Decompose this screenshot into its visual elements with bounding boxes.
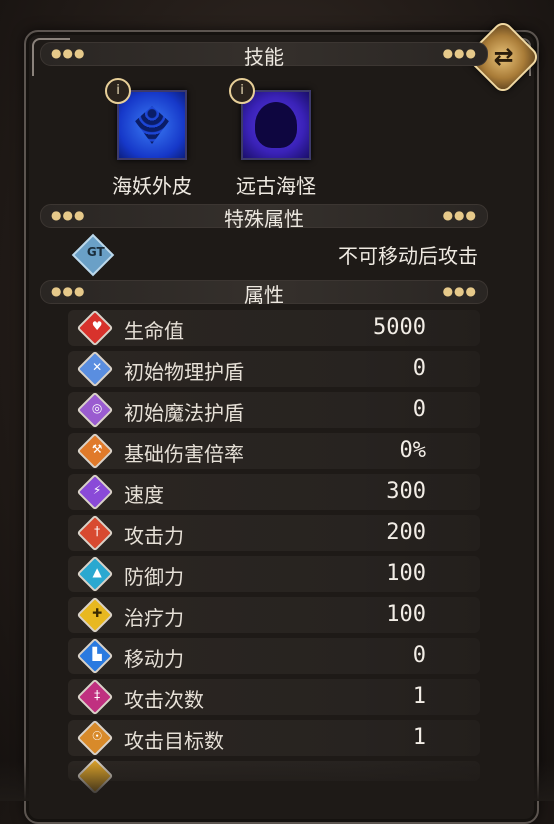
- boot-icon: ▙: [76, 637, 114, 675]
- attribute-value: 1: [412, 725, 426, 750]
- attribute-value: 5000: [373, 315, 426, 340]
- attribute-value: 0: [412, 643, 426, 668]
- attribute-row: ☉ 攻击目标数 1: [68, 719, 480, 757]
- attribute-value: 1: [412, 684, 426, 709]
- attribute-value: 0%: [399, 438, 427, 463]
- info-icon[interactable]: i: [229, 78, 255, 104]
- attribute-label: 移动力: [124, 647, 184, 671]
- attribute-label: 治疗力: [124, 606, 184, 630]
- attribute-row: ‡ 攻击次数 1: [68, 678, 480, 716]
- info-icon[interactable]: i: [105, 78, 131, 104]
- section-title: 属性: [244, 283, 284, 307]
- scale-armor-icon: i: [105, 78, 187, 160]
- special-attribute-row: GT 不可移动后攻击: [71, 233, 478, 277]
- attribute-row: ◎ 初始魔法护盾 0: [68, 391, 480, 429]
- attribute-row: ▙ 移动力 0: [68, 637, 480, 675]
- attribute-label: 速度: [124, 483, 164, 507]
- target-icon: ☉: [76, 719, 114, 757]
- sea-monster-icon: i: [229, 78, 311, 160]
- attribute-value: 300: [386, 479, 426, 504]
- heart-icon: ♥: [76, 309, 114, 347]
- cross-icon: ✚: [76, 596, 114, 634]
- section-header-special: ●●● ●●● 特殊属性: [40, 204, 488, 231]
- attribute-row: ⚡ 速度 300: [68, 473, 480, 511]
- attribute-row: ♥ 生命值 5000: [68, 309, 480, 347]
- attribute-label: 防御力: [124, 565, 184, 589]
- attribute-row: † 攻击力 200: [68, 514, 480, 552]
- attribute-value: 100: [386, 602, 426, 627]
- attribute-label: 初始魔法护盾: [124, 401, 244, 425]
- double-sword-icon: ‡: [76, 678, 114, 716]
- section-header-skills: ●●● ●●● 技能: [40, 42, 488, 69]
- attribute-list: ♥ 生命值 5000 ✕ 初始物理护盾 0 ◎ 初始魔法护盾 0 ⚒ 基础伤害倍…: [68, 309, 480, 795]
- attribute-value: 100: [386, 561, 426, 586]
- section-title: 特殊属性: [224, 207, 304, 231]
- magic-shield-icon: ◎: [76, 391, 114, 429]
- skill-name: 远古海怪: [236, 174, 316, 198]
- attribute-label: 攻击次数: [124, 688, 204, 712]
- attribute-row: ⚒ 基础伤害倍率 0%: [68, 432, 480, 470]
- sword-icon: †: [76, 514, 114, 552]
- attribute-label: 基础伤害倍率: [124, 442, 244, 466]
- lightning-icon: ⚡: [76, 473, 114, 511]
- attribute-row: ✕ 初始物理护盾 0: [68, 350, 480, 388]
- attribute-row: ✚ 治疗力 100: [68, 596, 480, 634]
- scroll-fade: [0, 761, 554, 801]
- attribute-row: ▲ 防御力 100: [68, 555, 480, 593]
- skill-name: 海妖外皮: [112, 174, 192, 198]
- special-attribute-text: 不可移动后攻击: [338, 244, 478, 268]
- attribute-label: 攻击目标数: [124, 729, 224, 753]
- attribute-label: 初始物理护盾: [124, 360, 244, 384]
- attribute-value: 0: [412, 397, 426, 422]
- attribute-value: 0: [412, 356, 426, 381]
- attribute-label: 生命值: [124, 319, 184, 343]
- skill-item[interactable]: i 远古海怪: [216, 78, 336, 199]
- physical-shield-icon: ✕: [76, 350, 114, 388]
- armor-icon: ▲: [76, 555, 114, 593]
- attribute-label: 攻击力: [124, 524, 184, 548]
- axe-icon: ⚒: [76, 432, 114, 470]
- section-header-attributes: ●●● ●●● 属性: [40, 280, 488, 307]
- skill-item[interactable]: i 海妖外皮: [92, 78, 212, 199]
- section-title: 技能: [244, 45, 284, 69]
- attribute-value: 200: [386, 520, 426, 545]
